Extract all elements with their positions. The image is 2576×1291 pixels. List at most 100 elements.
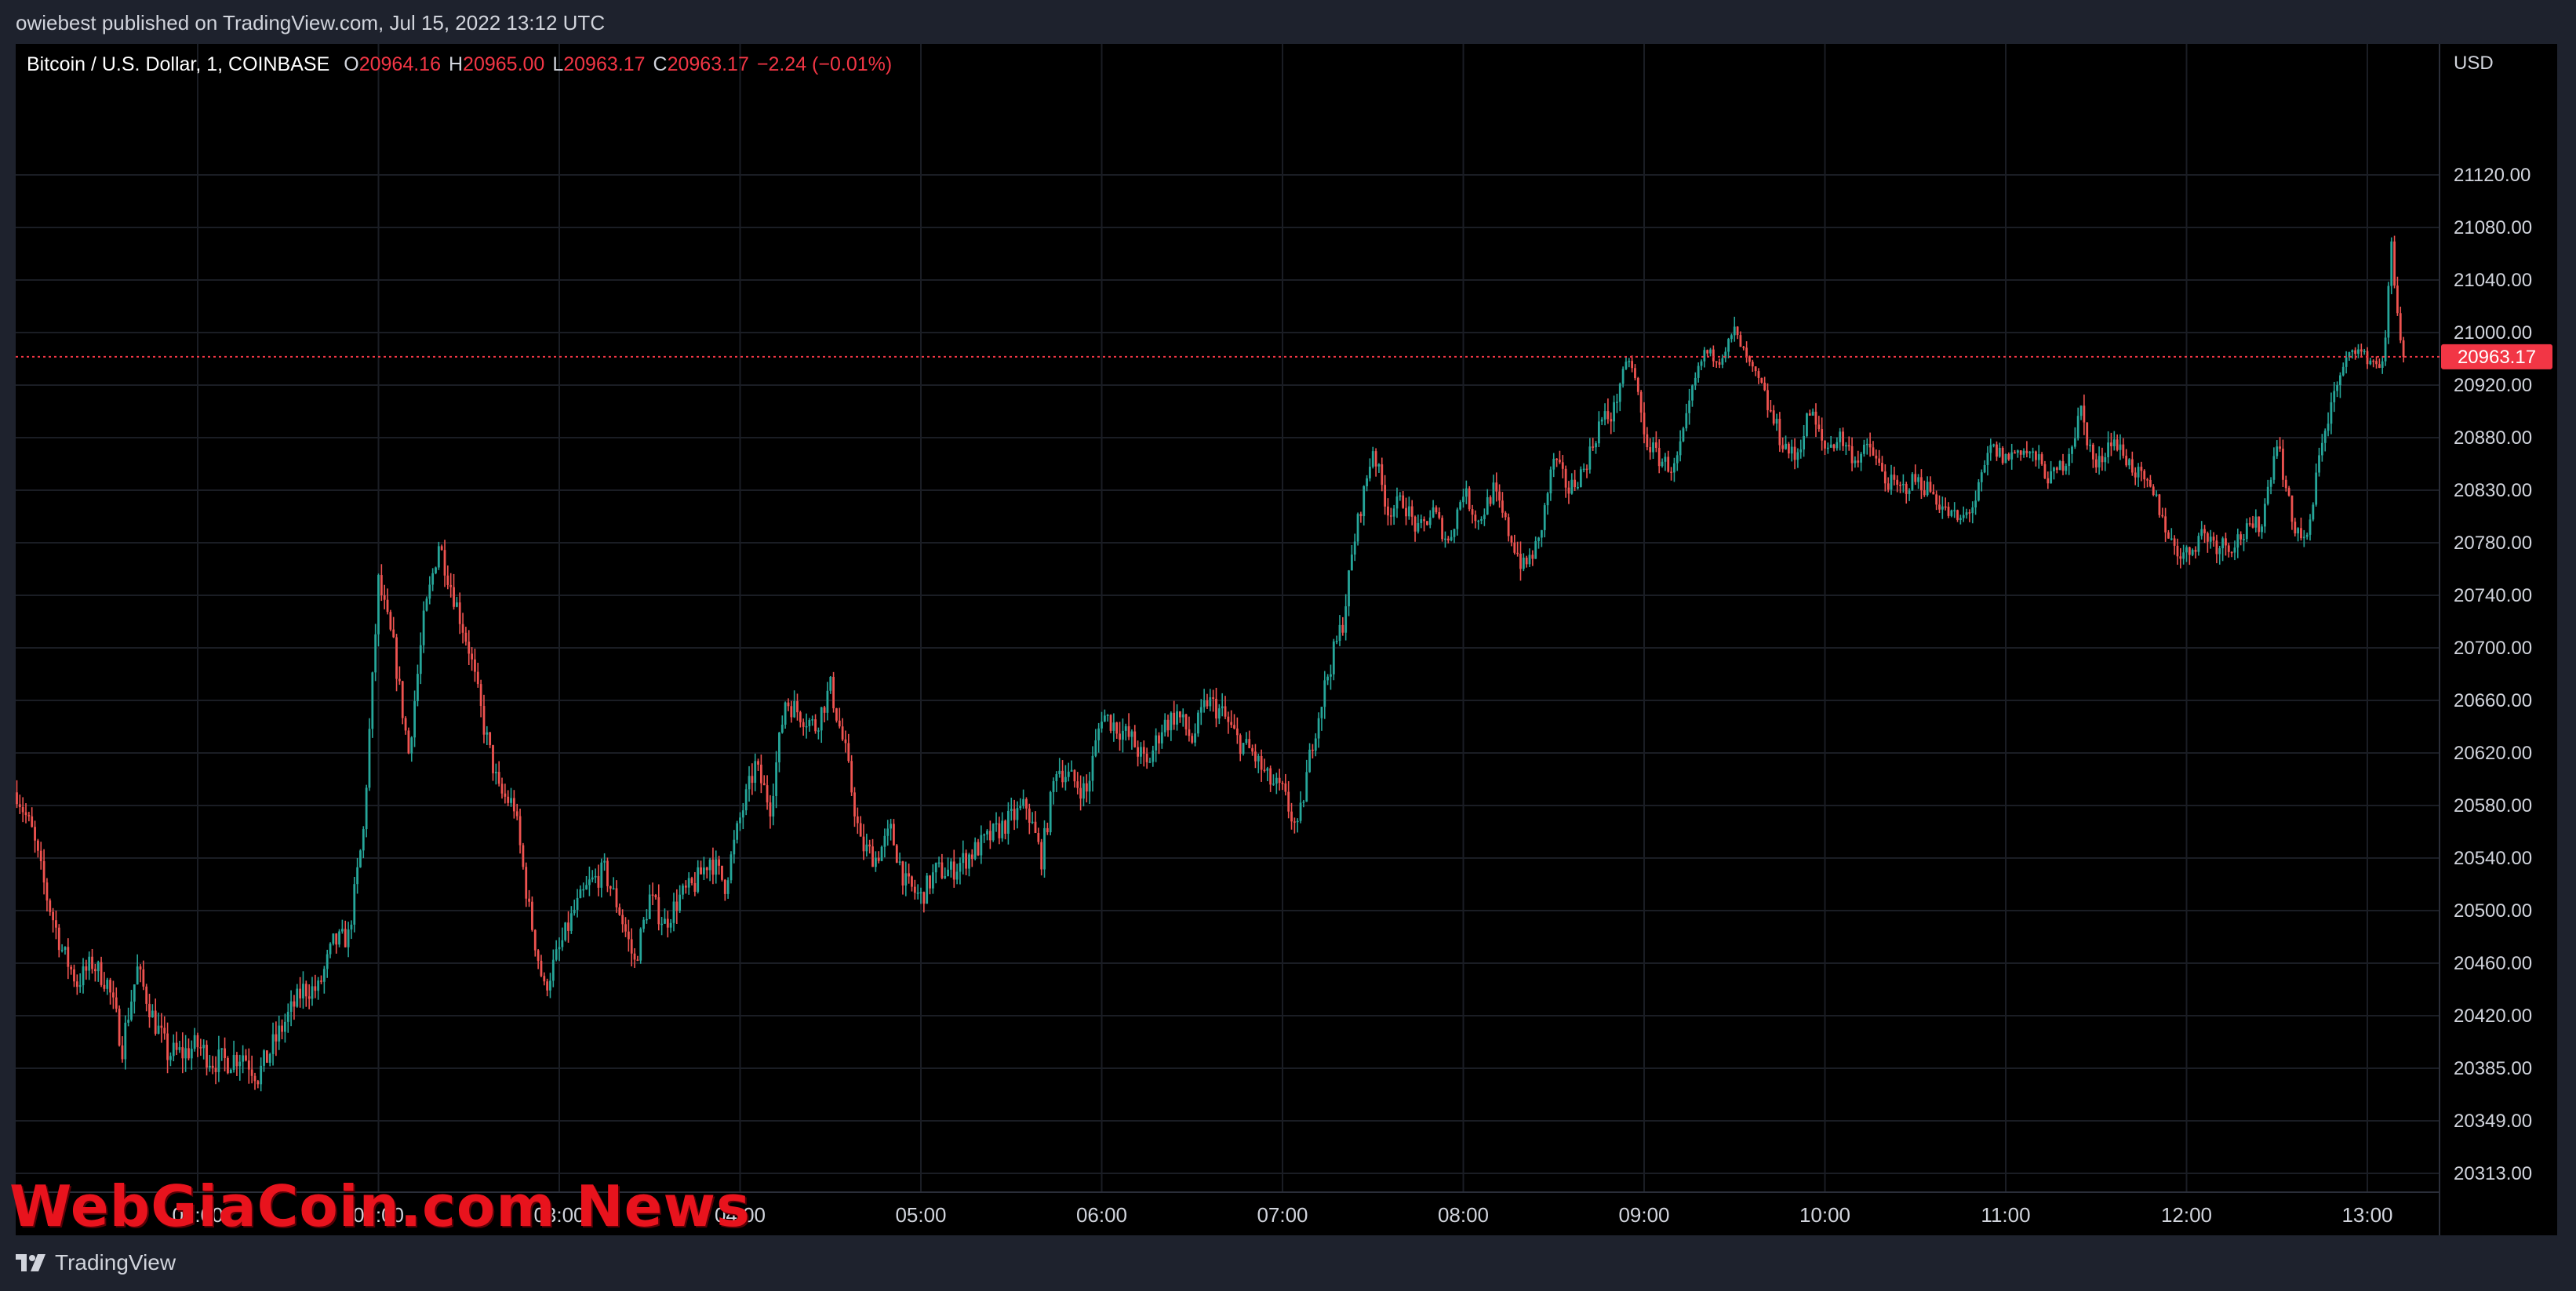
candle-body xyxy=(1938,504,1941,510)
candle-body xyxy=(106,980,109,989)
candle-body xyxy=(787,702,790,707)
candle-body xyxy=(1926,482,1929,496)
candle-body xyxy=(603,860,606,863)
candle-body xyxy=(229,1069,232,1074)
candle-body xyxy=(784,702,787,725)
candle-body xyxy=(166,1033,169,1060)
candle-body xyxy=(1974,500,1977,507)
candle-body xyxy=(453,587,455,607)
candle-body xyxy=(1217,708,1221,719)
candle-body xyxy=(271,1034,275,1054)
candle-body xyxy=(2125,456,2128,466)
candle-body xyxy=(1338,624,1341,642)
candle-body xyxy=(1998,447,2001,457)
candle-body xyxy=(2122,444,2125,456)
candle-body xyxy=(859,823,862,837)
candle-body xyxy=(2152,486,2155,496)
candle-body xyxy=(1977,482,1980,501)
candle-body xyxy=(1094,740,1097,756)
candle-body xyxy=(551,959,555,981)
candle-body xyxy=(2203,529,2206,533)
candle-body xyxy=(947,869,949,877)
candle-body xyxy=(633,953,636,960)
candle-body xyxy=(2185,547,2188,553)
candle-body xyxy=(1757,371,1760,378)
candle-body xyxy=(1971,507,1974,514)
candle-body xyxy=(260,1065,263,1085)
candle-body xyxy=(886,828,890,836)
candlestick-chart[interactable]: 20313.00 20349.00 20385.00 20420.00 20460.00… xyxy=(0,0,2576,1291)
candle-body xyxy=(1824,440,1826,449)
candle-body xyxy=(1028,808,1031,823)
price-tick-label: 20313.00 xyxy=(2454,1163,2532,1184)
candle-body xyxy=(1842,431,1844,446)
candle-body xyxy=(759,764,762,784)
candle-body xyxy=(1709,349,1712,354)
tradingview-brand-text: TradingView xyxy=(55,1250,176,1275)
candle-body xyxy=(2297,528,2300,534)
candle-body xyxy=(1778,418,1781,445)
candle-body xyxy=(136,966,139,985)
candle-body xyxy=(2037,454,2040,460)
candle-body xyxy=(1519,553,1522,569)
candle-body xyxy=(874,857,877,867)
candle-body xyxy=(1471,509,1474,515)
candle-body xyxy=(1112,722,1115,731)
high-label: H xyxy=(448,53,464,75)
candle-body xyxy=(130,1002,133,1020)
candle-body xyxy=(1610,419,1613,422)
candle-body xyxy=(1145,753,1148,762)
candle-body xyxy=(326,954,329,969)
candle-body xyxy=(1296,820,1299,823)
candle-body xyxy=(802,722,805,727)
candle-body xyxy=(2110,442,2112,446)
candle-body xyxy=(1133,731,1137,747)
candle-body xyxy=(1456,509,1459,529)
candle-body xyxy=(281,1025,283,1032)
candle-body xyxy=(468,642,471,654)
candle-body xyxy=(1510,536,1513,543)
candle-body xyxy=(666,918,669,928)
candle-body xyxy=(687,878,690,888)
candle-body xyxy=(1673,463,1675,473)
candle-body xyxy=(2028,452,2032,454)
candle-body xyxy=(1197,712,1199,734)
candle-body xyxy=(2101,456,2104,463)
candle-body xyxy=(1330,674,1332,677)
candle-body xyxy=(2158,494,2161,515)
candle-body xyxy=(64,947,67,950)
candle-body xyxy=(1275,777,1278,784)
candle-body xyxy=(2381,361,2384,368)
candle-body xyxy=(1507,517,1510,536)
candle-body xyxy=(1076,781,1079,788)
candle-body xyxy=(1781,445,1785,449)
candle-body xyxy=(1202,700,1206,707)
candle-body xyxy=(1423,519,1425,522)
candle-body xyxy=(2330,402,2333,424)
candle-body xyxy=(799,712,802,722)
candle-body xyxy=(660,923,664,926)
symbol-name[interactable]: Bitcoin / U.S. Dollar, 1, COINBASE xyxy=(27,53,329,76)
candle-body xyxy=(636,959,639,962)
candle-body xyxy=(1170,712,1173,731)
candle-body xyxy=(733,839,736,855)
candle-body xyxy=(1007,810,1010,834)
candle-body xyxy=(1854,460,1857,464)
candle-body xyxy=(507,796,510,803)
candle-body xyxy=(1983,464,1986,473)
candle-body xyxy=(2315,472,2318,505)
candle-body xyxy=(1872,447,1875,456)
candle-body xyxy=(190,1049,193,1059)
candle-body xyxy=(115,997,118,1009)
candle-body xyxy=(1046,827,1049,833)
candle-body xyxy=(471,653,473,660)
candle-body xyxy=(1739,335,1742,347)
candle-body xyxy=(494,772,497,773)
candle-body xyxy=(1055,774,1058,781)
candle-body xyxy=(1796,452,1799,460)
candle-body xyxy=(871,846,874,867)
candle-body xyxy=(220,1048,224,1050)
candle-body xyxy=(1595,443,1597,448)
candle-body xyxy=(1140,747,1142,757)
tradingview-brand[interactable]: TradingView xyxy=(16,1250,176,1275)
